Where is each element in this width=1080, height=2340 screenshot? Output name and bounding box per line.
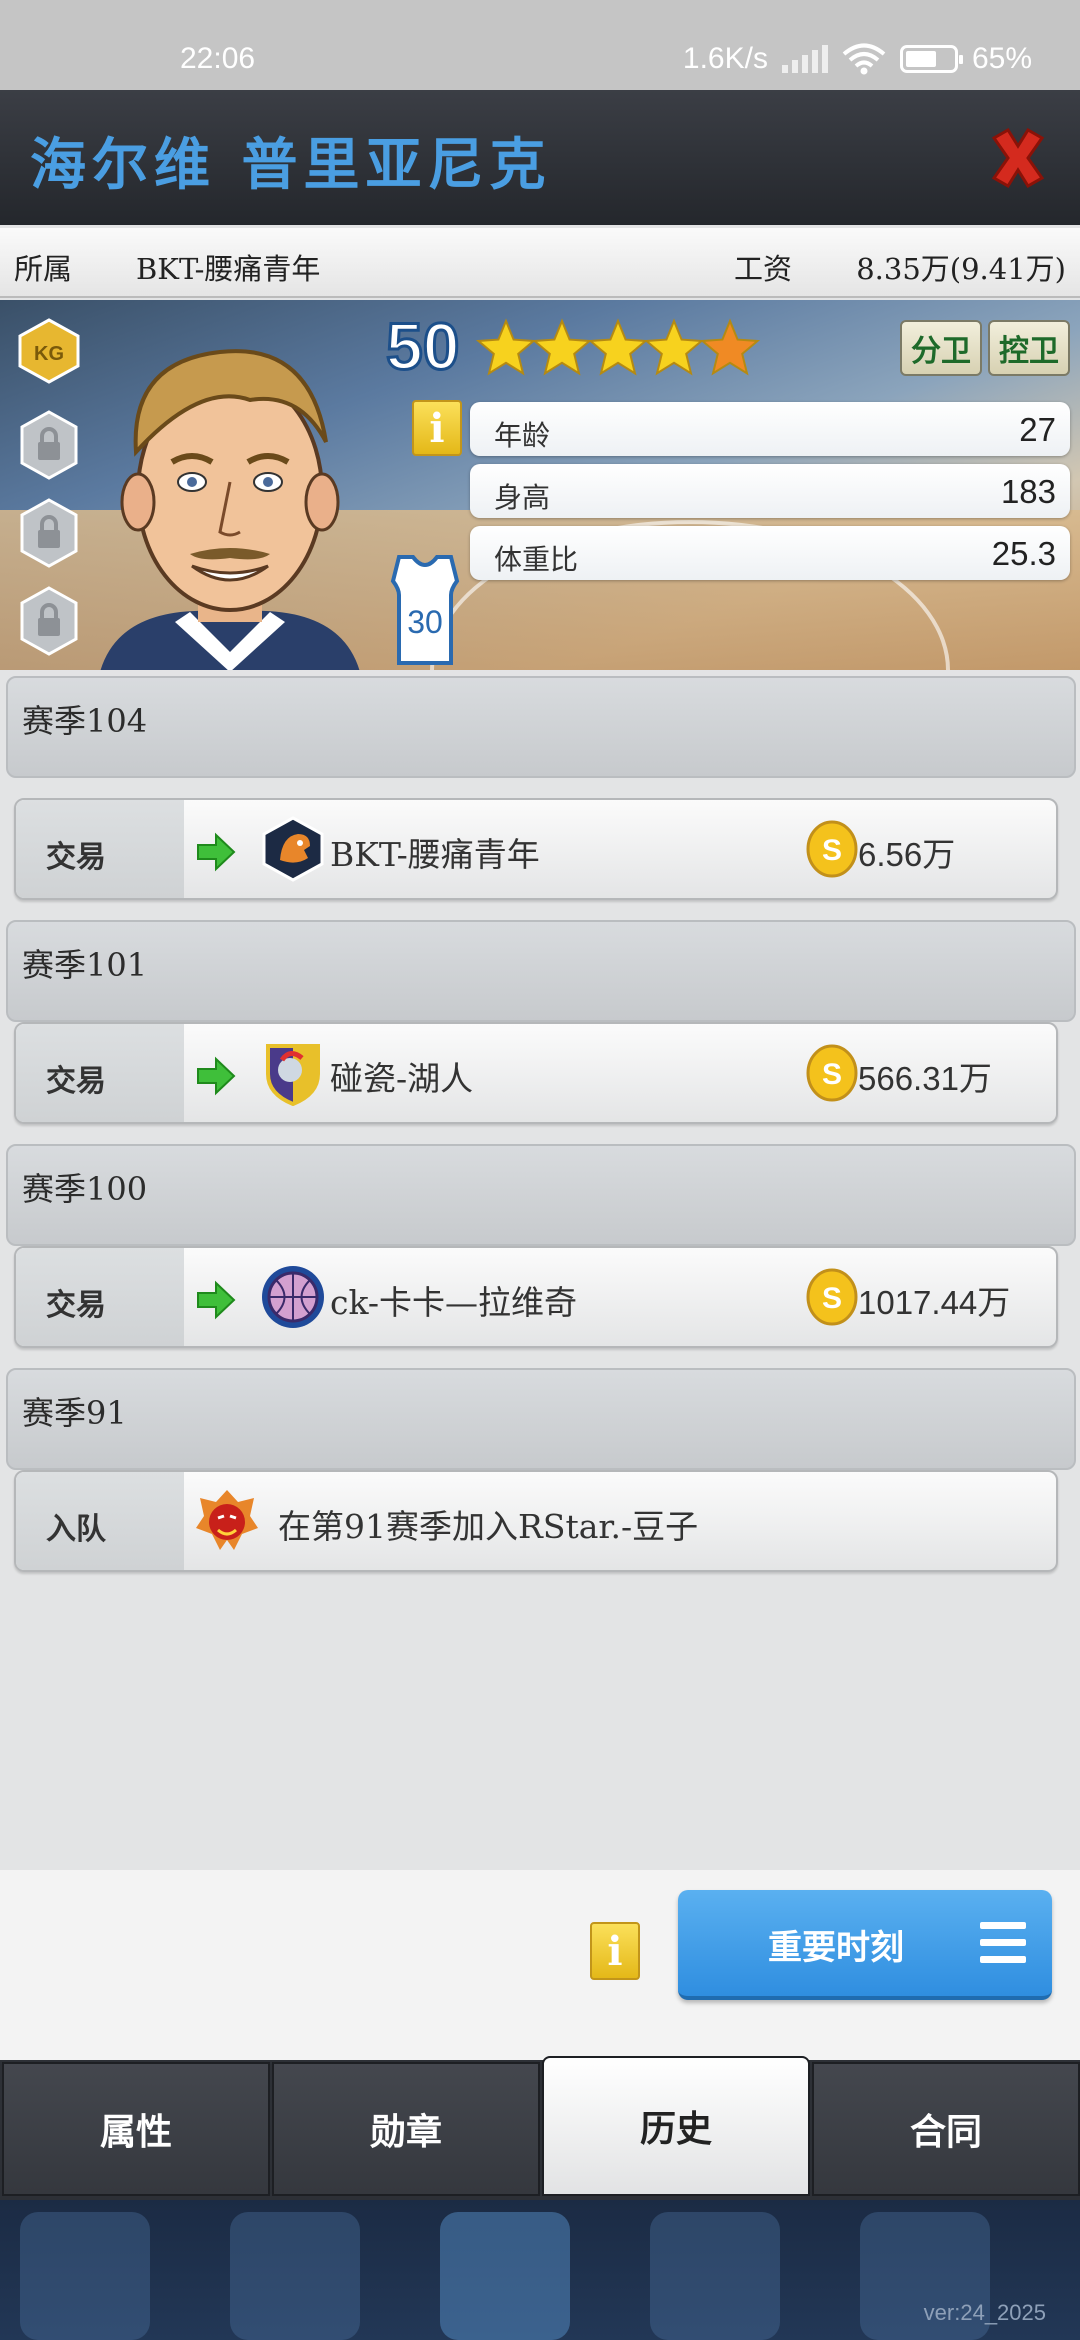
basketball-logo-icon [262, 1266, 324, 1328]
version-label: ver:24_2025 [923, 2300, 1046, 2325]
coin-icon: S [806, 1044, 858, 1102]
tab-history[interactable]: 历史 [542, 2056, 810, 2196]
network-speed: 1.6K/s [682, 42, 768, 75]
arrow-right-icon [197, 1280, 236, 1320]
history-event-row[interactable]: 交易 碰瓷-湖人 S 566.31万 [14, 1022, 1058, 1124]
event-kind: 交易 [46, 1064, 106, 1099]
lock-icon [20, 586, 78, 656]
close-icon[interactable] [984, 124, 1052, 192]
history-info-button[interactable]: i [590, 1922, 640, 1980]
dragon-logo-icon [196, 1490, 258, 1550]
star-icon [643, 318, 705, 376]
key-moments-button[interactable]: 重要时刻 [678, 1890, 1052, 2000]
kg-badge-text: KG [34, 343, 64, 365]
season-header: 赛季100 [6, 1144, 1076, 1246]
coin-icon: S [806, 820, 858, 878]
event-price: 6.56万 [858, 836, 956, 873]
position-badges: 分卫 控卫 [900, 320, 1070, 376]
stat-value: 25.3 [991, 535, 1056, 572]
history-event-row[interactable]: 入队 在第91赛季加入RStar.-豆子 [14, 1470, 1058, 1572]
season-header: 赛季101 [6, 920, 1076, 1022]
salary-label: 工资 [734, 252, 793, 286]
position-badge: 分卫 [900, 320, 982, 376]
status-bar: 22:06 1.6K/s 65% [0, 0, 1080, 90]
svg-text:S: S [822, 834, 842, 867]
season-label: 赛季91 [22, 1394, 127, 1432]
key-moments-label: 重要时刻 [768, 1928, 904, 1968]
arrow-right-icon [197, 1056, 236, 1096]
spartan-shield-icon [266, 1044, 320, 1106]
star-icon [475, 318, 537, 376]
signal-icon [781, 45, 828, 73]
salary-value: 8.35万(9.41万) [856, 252, 1066, 286]
player-info-button[interactable]: i [412, 400, 462, 456]
lock-icon [20, 410, 78, 480]
event-kind: 交易 [46, 1288, 106, 1323]
status-right: 1.6K/s 65% [683, 42, 1032, 76]
season-label: 赛季101 [22, 946, 148, 984]
footer-background: ver:24_2025 [0, 2200, 1080, 2340]
event-team-name: BKT-腰痛青年 [330, 835, 540, 874]
coin-icon: S [806, 1268, 858, 1326]
tab-contract[interactable]: 合同 [812, 2062, 1080, 2196]
svg-text:S: S [822, 1282, 842, 1315]
history-event-row[interactable]: 交易 ck-卡卡—拉维奇 S 1017.44万 [14, 1246, 1058, 1348]
action-strip: i 重要时刻 [0, 1870, 1080, 2060]
stat-label: 体重比 [494, 543, 579, 576]
stat-value: 183 [1000, 473, 1056, 510]
tab-medals[interactable]: 勋章 [272, 2062, 540, 2196]
event-price: 1017.44万 [858, 1284, 1011, 1321]
player-avatar [100, 349, 360, 670]
star-rating [475, 318, 761, 380]
player-name: 海尔维 普里亚尼克 [30, 132, 552, 198]
star-icon [531, 318, 593, 376]
player-header: 海尔维 普里亚尼克 [0, 90, 1080, 225]
eagle-logo-icon [262, 816, 324, 882]
star-icon [699, 318, 761, 376]
stat-row-weight-ratio: 体重比 25.3 [470, 526, 1070, 580]
season-header: 赛季91 [6, 1368, 1076, 1470]
team-value: BKT-腰痛青年 [136, 252, 321, 286]
battery-icon [899, 45, 963, 73]
jersey-icon: 30 [390, 555, 460, 665]
player-rating: 50 [384, 308, 460, 385]
battery-percent: 65% [971, 42, 1032, 75]
event-team-name: ck-卡卡—拉维奇 [330, 1283, 578, 1322]
status-time: 22:06 [180, 42, 256, 75]
lock-icon [20, 498, 78, 568]
event-kind: 交易 [46, 840, 106, 875]
stat-row-height: 身高 183 [470, 464, 1070, 518]
star-icon [587, 318, 649, 376]
event-kind: 入队 [46, 1512, 106, 1547]
stat-row-age: 年龄 27 [470, 402, 1070, 456]
stat-value: 27 [1019, 411, 1056, 448]
season-label: 赛季104 [22, 702, 148, 740]
svg-text:S: S [822, 1058, 842, 1091]
season-label: 赛季100 [22, 1170, 148, 1208]
menu-icon [980, 1922, 1026, 1964]
history-event-row[interactable]: 交易 BKT-腰痛青年 S 6.56万 [14, 798, 1058, 900]
position-badge: 控卫 [988, 320, 1070, 376]
wifi-icon [842, 43, 886, 75]
stat-label: 身高 [494, 481, 551, 514]
season-header: 赛季104 [6, 676, 1076, 778]
event-price: 566.31万 [858, 1060, 992, 1097]
event-team-name: 碰瓷-湖人 [330, 1059, 474, 1098]
tab-attributes[interactable]: 属性 [2, 2062, 270, 2196]
arrow-right-icon [197, 832, 236, 872]
tab-bar: 属性 勋章 历史 合同 [0, 2056, 1080, 2200]
stat-label: 年龄 [494, 419, 551, 452]
team-label: 所属 [14, 252, 73, 286]
player-info-strip: 所属 BKT-腰痛青年 工资 8.35万(9.41万) [0, 228, 1080, 298]
event-description: 在第91赛季加入RStar.-豆子 [278, 1507, 699, 1546]
jersey-number: 30 [407, 604, 443, 640]
kg-badge-icon: KG [18, 318, 80, 384]
player-portrait-panel: KG 30 50 分卫 控卫 i 年龄 27 身高 183 体重比 25.3 [0, 300, 1080, 670]
